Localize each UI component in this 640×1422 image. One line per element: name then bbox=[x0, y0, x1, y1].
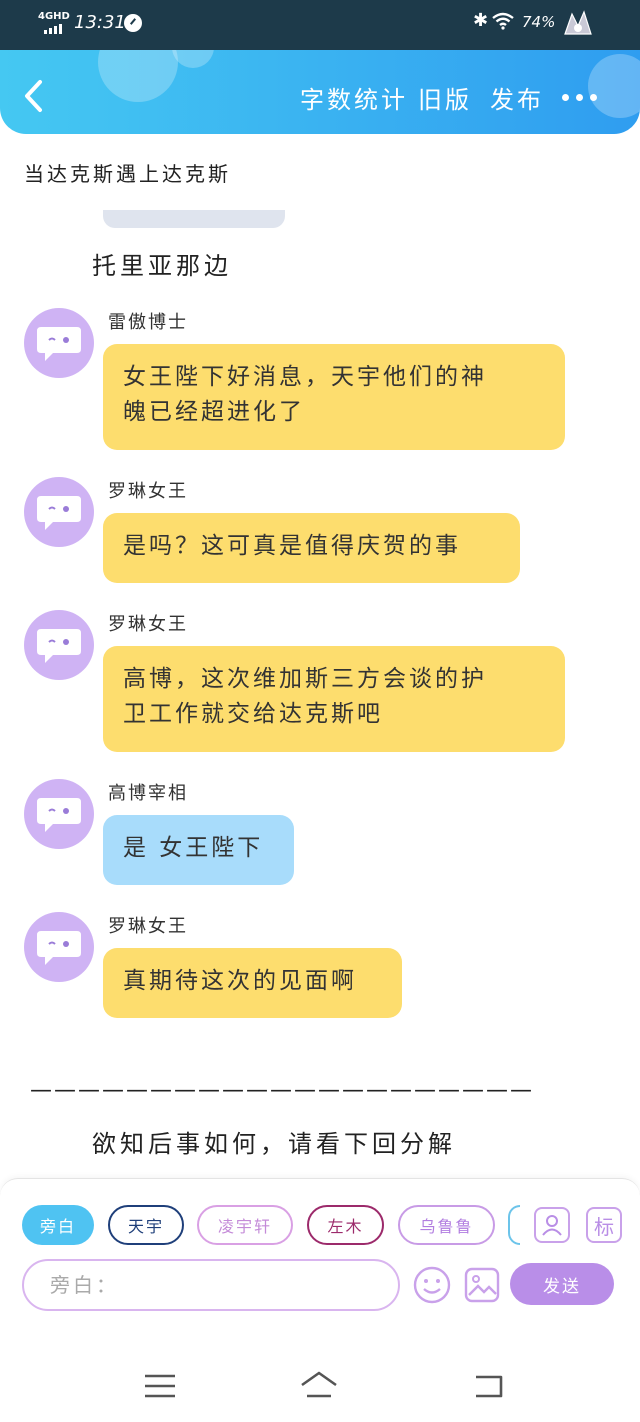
speaker-name: 雷傲博士 bbox=[108, 312, 188, 333]
clock-icon bbox=[124, 14, 142, 32]
bluetooth-icon: ✱ bbox=[473, 10, 489, 31]
character-chip[interactable]: 乌鲁鲁 bbox=[398, 1205, 495, 1245]
decor-bubble bbox=[588, 54, 640, 118]
avatar-icon[interactable] bbox=[24, 308, 94, 378]
tag-button[interactable]: 标 bbox=[586, 1207, 622, 1243]
avatar-icon[interactable] bbox=[24, 477, 94, 547]
home-icon[interactable] bbox=[299, 1370, 339, 1402]
speaker-name: 罗琳女王 bbox=[108, 614, 188, 635]
ending-narration: 欲知后事如何，请看下回分解 bbox=[92, 1130, 456, 1158]
speaker-name: 罗琳女王 bbox=[108, 481, 188, 502]
separator-line: ————————————————————— bbox=[30, 1078, 534, 1103]
input-panel: 旁白 天宇 凌宇轩 左木 乌鲁鲁 标 发送 bbox=[0, 1178, 640, 1348]
message-line: 魄已经超进化了 bbox=[123, 399, 305, 425]
decor-bubble bbox=[98, 50, 178, 102]
system-nav-bar bbox=[0, 1348, 640, 1422]
dialogue-text-field[interactable] bbox=[24, 1261, 398, 1309]
avatar-icon[interactable] bbox=[24, 779, 94, 849]
wifi-icon bbox=[492, 12, 514, 30]
narration-text: 托里亚那边 bbox=[92, 252, 232, 280]
message-line: 女王陛下好消息，天宇他们的神 bbox=[123, 364, 487, 390]
emoji-icon[interactable] bbox=[412, 1265, 452, 1305]
send-button[interactable]: 发送 bbox=[510, 1263, 614, 1305]
message-line: 是 女王陛下 bbox=[123, 835, 264, 861]
dialogue-input[interactable] bbox=[22, 1259, 400, 1311]
story-title: 当达克斯遇上达克斯 bbox=[24, 162, 231, 186]
message-bubble[interactable]: 高博，这次维加斯三方会谈的护 卫工作就交给达克斯吧 bbox=[103, 646, 565, 752]
character-chip[interactable]: 天宇 bbox=[108, 1205, 184, 1245]
message-line: 卫工作就交给达克斯吧 bbox=[123, 701, 383, 727]
status-time: 13:31 bbox=[74, 12, 126, 33]
message-line: 高博，这次维加斯三方会谈的护 bbox=[123, 666, 487, 692]
decor-bubble bbox=[172, 50, 214, 68]
speaker-name: 罗琳女王 bbox=[108, 916, 188, 937]
word-count-button[interactable]: 字数统计 bbox=[300, 80, 408, 115]
back-arrow-icon[interactable] bbox=[20, 78, 50, 114]
old-version-button[interactable]: 旧版 bbox=[418, 80, 472, 115]
signal-icon bbox=[44, 24, 62, 34]
more-dots-icon[interactable] bbox=[562, 94, 597, 101]
app-header: 字数统计 旧版 发布 bbox=[0, 50, 640, 134]
character-chip-narrator[interactable]: 旁白 bbox=[22, 1205, 94, 1245]
image-icon[interactable] bbox=[462, 1265, 502, 1305]
avatar-icon[interactable] bbox=[24, 610, 94, 680]
speaker-name: 高博宰相 bbox=[108, 783, 188, 804]
message-bubble[interactable]: 是吗？这可真是值得庆贺的事 bbox=[103, 513, 520, 583]
message-line: 是吗？这可真是值得庆贺的事 bbox=[123, 533, 461, 559]
return-icon[interactable] bbox=[468, 1370, 508, 1402]
message-line: 真期待这次的见面啊 bbox=[123, 968, 357, 994]
network-type: 4GHD bbox=[38, 11, 70, 22]
character-profile-icon[interactable] bbox=[534, 1207, 570, 1243]
publish-button[interactable]: 发布 bbox=[490, 80, 544, 115]
notification-avatar-icon bbox=[564, 10, 592, 35]
previous-bubble bbox=[103, 210, 285, 228]
menu-icon[interactable] bbox=[140, 1370, 180, 1402]
character-chip-overflow[interactable] bbox=[508, 1205, 520, 1245]
avatar-icon[interactable] bbox=[24, 912, 94, 982]
character-chip[interactable]: 左木 bbox=[307, 1205, 384, 1245]
status-bar: 4GHD 13:31 ✱ 74% bbox=[0, 0, 640, 50]
character-chip[interactable]: 凌宇轩 bbox=[197, 1205, 293, 1245]
battery-level: 74% bbox=[522, 13, 556, 31]
message-bubble[interactable]: 真期待这次的见面啊 bbox=[103, 948, 402, 1018]
message-bubble[interactable]: 是 女王陛下 bbox=[103, 815, 294, 885]
message-bubble[interactable]: 女王陛下好消息，天宇他们的神 魄已经超进化了 bbox=[103, 344, 565, 450]
